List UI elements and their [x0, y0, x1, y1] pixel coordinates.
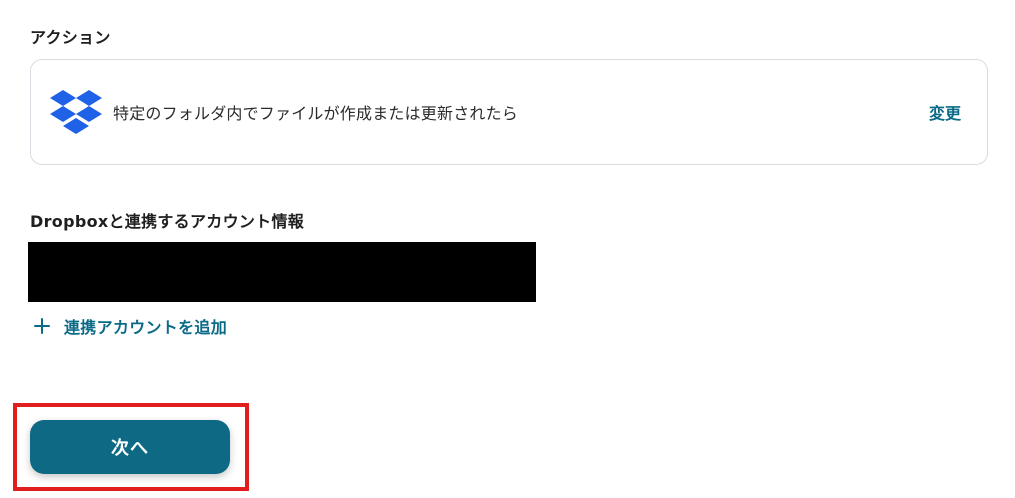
trigger-description: 特定のフォルダ内でファイルが作成または更新されたら	[113, 104, 519, 123]
account-section-label: Dropboxと連携するアカウント情報	[30, 212, 305, 231]
action-card[interactable]: 特定のフォルダ内でファイルが作成または更新されたら 変更	[30, 59, 988, 165]
add-account-label: 連携アカウントを追加	[64, 318, 228, 337]
next-button[interactable]: 次へ	[30, 420, 230, 474]
account-select-redacted[interactable]	[28, 242, 536, 302]
add-account-button[interactable]: 連携アカウントを追加	[34, 314, 227, 338]
plus-icon	[34, 318, 50, 334]
page: アクション 特定のフォルダ内でファイルが作成または更新されたら 変更 Dropb…	[0, 0, 1015, 498]
dropbox-icon	[50, 90, 102, 134]
change-button[interactable]: 変更	[929, 100, 961, 124]
action-section-label: アクション	[30, 28, 111, 47]
